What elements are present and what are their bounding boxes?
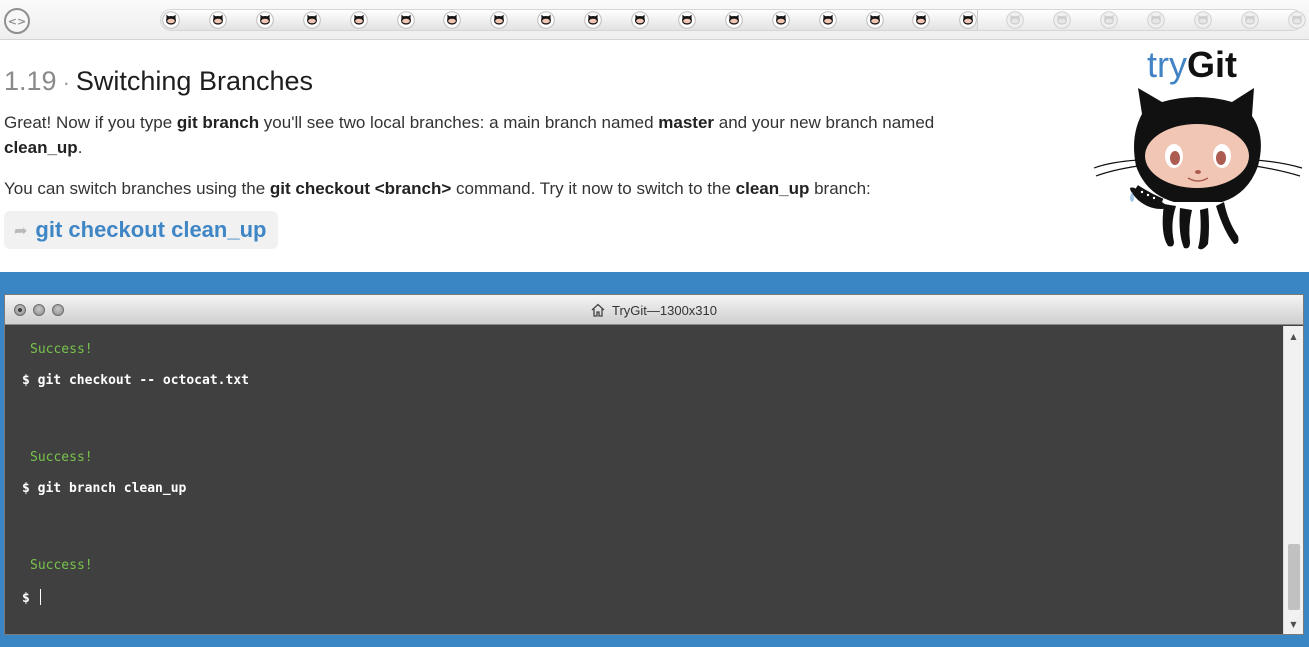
terminal-scrollbar[interactable]: ▲ ▼ (1283, 326, 1303, 634)
octocat-icon (1093, 88, 1303, 250)
octocat-head-icon (678, 11, 696, 29)
progress-step-completed[interactable] (396, 11, 415, 29)
progress-step-completed[interactable] (443, 11, 462, 29)
window-titlebar: TryGit—1300x310 (5, 295, 1303, 325)
text-cursor (39, 589, 41, 605)
text: and your new branch named (714, 113, 935, 132)
progress-step-completed[interactable] (255, 11, 274, 29)
octocat-head-icon (1053, 11, 1071, 29)
octocat-head-icon (771, 11, 790, 29)
octocat-head-icon (1240, 11, 1259, 29)
progress-step-pending[interactable] (1287, 11, 1306, 29)
window-title-area: TryGit—1300x310 (5, 295, 1303, 325)
octocat-head-icon (443, 11, 462, 29)
octocat-head-icon (631, 11, 649, 29)
progress-step-completed[interactable] (631, 11, 649, 29)
scroll-up-icon[interactable]: ▲ (1284, 328, 1303, 344)
code-term: git branch (176, 113, 260, 132)
terminal-success-line: Success! (30, 558, 93, 573)
text: Great! Now if you type (4, 113, 177, 132)
octocat-head-icon (584, 11, 602, 29)
terminal-output[interactable]: Success! $ git checkout -- octocat.txt S… (5, 326, 1283, 634)
octocat-head-icon (162, 11, 180, 29)
octocat-head-icon (255, 11, 274, 29)
terminal-command-line: $ git checkout -- octocat.txt (22, 373, 249, 388)
progress-step-completed[interactable] (302, 11, 321, 29)
lesson-content: 1.19 · Switching Branches Great! Now if yo… (4, 62, 1004, 201)
progress-bar: <> (0, 0, 1309, 40)
progress-step-completed[interactable] (912, 11, 931, 29)
text: You can switch branches using the (4, 179, 270, 198)
lesson-paragraph-2: You can switch branches using the git ch… (4, 176, 944, 201)
octocat-head-icon (490, 11, 509, 29)
trygit-logo: tryGit (1147, 44, 1237, 86)
progress-step-completed[interactable] (678, 11, 696, 29)
octocat-head-icon (1100, 11, 1118, 29)
octocat-head-icon (1287, 11, 1306, 29)
progress-step-completed[interactable] (771, 11, 790, 29)
progress-step-completed[interactable] (724, 11, 743, 29)
lesson-number: 1.19 (4, 66, 57, 96)
octocat-head-icon (396, 11, 415, 29)
octocat-head-icon (537, 11, 555, 29)
terminal-prompt: $ (22, 591, 38, 606)
progress-step-pending[interactable] (1193, 11, 1212, 29)
octocat-head-icon (349, 11, 368, 29)
progress-step-pending[interactable] (1100, 11, 1118, 29)
arrow-icon: ➦ (14, 220, 28, 240)
scroll-down-icon[interactable]: ▼ (1284, 616, 1303, 632)
progress-step-completed[interactable] (349, 11, 368, 29)
progress-step-pending[interactable] (1006, 11, 1024, 29)
window-title: TryGit—1300x310 (611, 302, 717, 318)
progress-step-completed[interactable] (537, 11, 555, 29)
text: . (77, 138, 83, 157)
terminal-command-line: $ git branch clean_up (22, 481, 187, 496)
scrollbar-thumb[interactable] (1288, 544, 1300, 610)
text: command. Try it now to switch to the (451, 179, 736, 198)
lesson-title: Switching Branches (75, 66, 314, 96)
terminal-input-line[interactable]: $ (22, 589, 41, 606)
terminal-success-line: Success! (30, 450, 93, 465)
toggle-nav-button[interactable]: <> (4, 8, 30, 34)
progress-step-completed[interactable] (865, 11, 884, 29)
home-icon (591, 303, 605, 317)
terminal-window: TryGit—1300x310 Success! $ git checkout … (4, 294, 1304, 635)
octocat-head-icon (302, 11, 321, 29)
code-term: clean_up (4, 138, 78, 157)
progress-track-fill (161, 10, 979, 30)
octocat-head-icon (818, 11, 837, 29)
progress-step-pending[interactable] (1240, 11, 1259, 29)
terminal-success-line: Success! (30, 342, 93, 357)
octocat-head-icon (959, 11, 978, 29)
command-label: git checkout clean_up (35, 217, 267, 242)
progress-step-completed[interactable] (209, 11, 227, 29)
code-term: clean_up (735, 179, 810, 198)
lesson-paragraph-1: Great! Now if you type git branch you'll… (4, 110, 944, 160)
run-command-button[interactable]: ➦ git checkout clean_up (4, 211, 278, 249)
octocat-head-icon (209, 11, 227, 29)
octocat-head-icon (724, 11, 743, 29)
progress-step-completed[interactable] (584, 11, 602, 29)
octocat-head-icon (1006, 11, 1024, 29)
lesson-separator: · (62, 70, 70, 95)
progress-step-completed[interactable] (162, 11, 180, 29)
lesson-heading: 1.19 · Switching Branches (4, 62, 1004, 102)
code-term: git checkout <branch> (269, 179, 452, 198)
progress-step-pending[interactable] (1053, 11, 1071, 29)
toggle-nav-label: <> (7, 14, 27, 28)
logo-git: Git (1187, 44, 1237, 85)
progress-step-completed[interactable] (959, 11, 978, 29)
progress-step-pending[interactable] (1147, 11, 1165, 29)
logo-try: try (1147, 44, 1187, 85)
octocat-head-icon (912, 11, 931, 29)
text: branch: (809, 179, 871, 198)
text: you'll see two local branches: a main br… (259, 113, 659, 132)
octocat-head-icon (1193, 11, 1212, 29)
code-term: master (658, 113, 715, 132)
octocat-head-icon (865, 11, 884, 29)
progress-step-completed[interactable] (818, 11, 837, 29)
octocat-head-icon (1147, 11, 1165, 29)
progress-step-completed[interactable] (490, 11, 509, 29)
